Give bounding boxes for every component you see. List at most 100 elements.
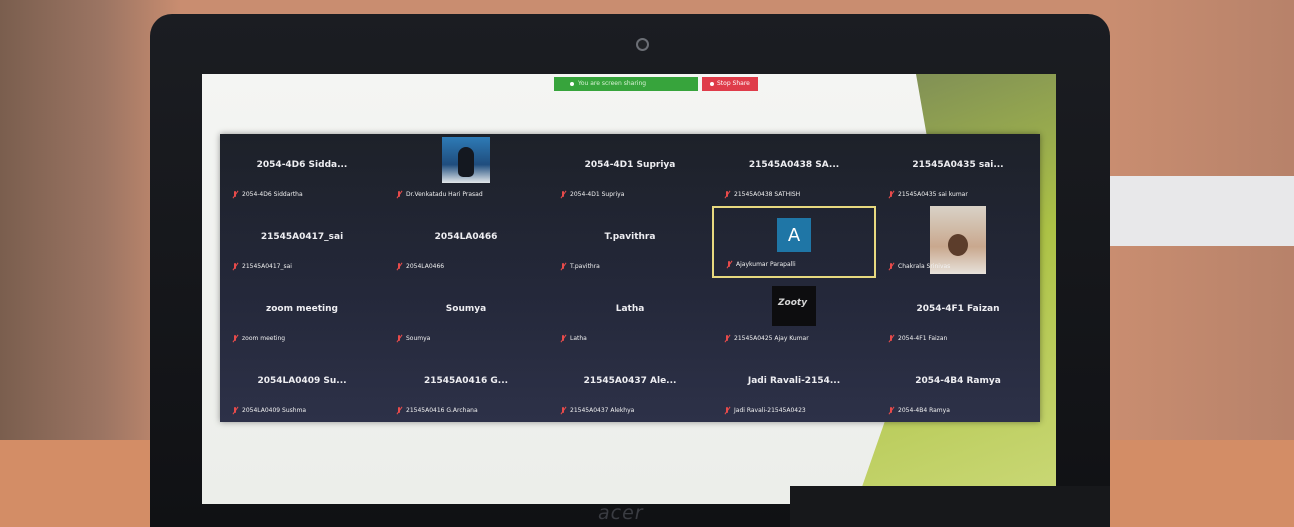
participant-caption: 2054LA0409 Sushma	[232, 407, 306, 414]
participant-caption: 2054LA0466	[396, 263, 444, 270]
participant-display-name: 21545A0437 Ale...	[583, 376, 677, 386]
laptop-bezel: You are screen sharing Stop Share 2054-4…	[150, 14, 1110, 527]
participant-display-name: 2054LA0466	[434, 232, 498, 242]
muted-mic-icon	[560, 263, 566, 270]
participant-tile[interactable]: Zooty 21545A0425 Ajay Kumar	[712, 278, 876, 350]
participant-caption: 2054-4D6 Siddartha	[232, 191, 303, 198]
participant-caption-label: Chakrala Srinivas	[898, 263, 951, 270]
participant-tile[interactable]: Soumya Soumya	[384, 278, 548, 350]
muted-mic-icon	[560, 335, 566, 342]
stop-share-button[interactable]: Stop Share	[702, 77, 758, 91]
participant-tile[interactable]: 21545A0437 Ale... 21545A0437 Alekhya	[548, 350, 712, 422]
laptop-hinge	[790, 486, 1110, 527]
participant-display-name: Jadi Ravali-2154...	[747, 376, 841, 386]
participant-caption: Ajaykumar Parapalli	[726, 261, 796, 268]
participant-caption-label: 21545A0416 G.Archana	[406, 407, 478, 414]
laptop-screen: You are screen sharing Stop Share 2054-4…	[202, 74, 1056, 504]
participant-tile[interactable]: 2054-4D6 Sidda... 2054-4D6 Siddartha	[220, 134, 384, 206]
participant-caption-label: T.pavithra	[570, 263, 600, 270]
participant-caption-label: 2054-4D6 Siddartha	[242, 191, 303, 198]
participant-caption: Soumya	[396, 335, 430, 342]
participant-caption: Dr.Venkatadu Hari Prasad	[396, 191, 483, 198]
participant-tile[interactable]: A Ajaykumar Parapalli	[712, 206, 876, 278]
participant-tile[interactable]: Jadi Ravali-2154... Jadi Ravali-21545A042…	[712, 350, 876, 422]
sharing-indicator-icon	[570, 82, 574, 86]
participant-caption: 2054-4B4 Ramya	[888, 407, 950, 414]
muted-mic-icon	[888, 191, 894, 198]
muted-mic-icon	[888, 335, 894, 342]
participant-caption: 21545A0416 G.Archana	[396, 407, 478, 414]
participant-display-name: 21545A0416 G...	[423, 376, 509, 386]
participant-caption-label: 21545A0417_sai	[242, 263, 292, 270]
participant-caption: 2054-4D1 Supriya	[560, 191, 624, 198]
muted-mic-icon	[888, 407, 894, 414]
participant-tile[interactable]: Dr.Venkatadu Hari Prasad	[384, 134, 548, 206]
participant-tile[interactable]: 21545A0417_sai 21545A0417_sai	[220, 206, 384, 278]
muted-mic-icon	[724, 335, 730, 342]
participant-tile[interactable]: 21545A0435 sai... 21545A0435 sai kumar	[876, 134, 1040, 206]
laptop-brand-logo: acer	[598, 502, 644, 524]
participant-tile[interactable]: 2054-4D1 Supriya 2054-4D1 Supriya	[548, 134, 712, 206]
muted-mic-icon	[560, 407, 566, 414]
participant-tile[interactable]: 21545A0416 G... 21545A0416 G.Archana	[384, 350, 548, 422]
muted-mic-icon	[396, 407, 402, 414]
participant-caption-label: Soumya	[406, 335, 431, 342]
muted-mic-icon	[724, 407, 730, 414]
participant-caption-label: 2054-4B4 Ramya	[898, 407, 950, 414]
participant-display-name: 21545A0435 sai...	[912, 160, 1004, 170]
participant-caption-label: 2054LA0466	[406, 263, 445, 270]
muted-mic-icon	[726, 261, 732, 268]
participant-display-name: 2054-4D6 Sidda...	[256, 160, 348, 170]
participant-caption: Latha	[560, 335, 587, 342]
penguin-image	[458, 147, 474, 177]
muted-mic-icon	[396, 191, 402, 198]
person-image	[948, 234, 968, 256]
participant-caption-label: 21545A0437 Alekhya	[570, 407, 635, 414]
participant-grid: 2054-4D6 Sidda... 2054-4D6 Siddartha Dr.Ve…	[220, 134, 1040, 422]
participant-tile[interactable]: T.pavithra T.pavithra	[548, 206, 712, 278]
participant-caption: 21545A0417_sai	[232, 263, 292, 270]
muted-mic-icon	[396, 263, 402, 270]
participant-logo: Zooty	[778, 298, 808, 308]
participant-caption: 21545A0435 sai kumar	[888, 191, 968, 198]
participant-caption-label: zoom meeting	[242, 335, 286, 342]
participant-caption: 21545A0438 SATHISH	[724, 191, 800, 198]
participant-caption: 21545A0425 Ajay Kumar	[724, 335, 809, 342]
participant-caption: T.pavithra	[560, 263, 600, 270]
participant-caption-label: Jadi Ravali-21545A0423	[734, 407, 806, 414]
screen-share-status-text: You are screen sharing	[578, 80, 647, 87]
participant-tile[interactable]: 21545A0438 SA... 21545A0438 SATHISH	[712, 134, 876, 206]
muted-mic-icon	[232, 335, 238, 342]
participant-display-name: 2054-4D1 Supriya	[584, 160, 676, 170]
participant-caption-label: Latha	[570, 335, 587, 342]
participant-caption-label: 2054LA0409 Sushma	[242, 407, 307, 414]
zoom-gallery-view: 2054-4D6 Sidda... 2054-4D6 Siddartha Dr.Ve…	[220, 134, 1040, 422]
stop-share-label: Stop Share	[717, 80, 750, 87]
participant-caption-label: 2054-4D1 Supriya	[570, 191, 625, 198]
stop-icon	[710, 82, 714, 86]
participant-caption: 21545A0437 Alekhya	[560, 407, 634, 414]
participant-tile[interactable]: 2054-4F1 Faizan 2054-4F1 Faizan	[876, 278, 1040, 350]
participant-tile[interactable]: 2054LA0466 2054LA0466	[384, 206, 548, 278]
muted-mic-icon	[888, 263, 894, 270]
webcam-icon	[636, 38, 649, 51]
participant-display-name: 2054LA0409 Su...	[257, 376, 347, 386]
participant-caption: Chakrala Srinivas	[888, 263, 950, 270]
screen-share-status[interactable]: You are screen sharing	[554, 77, 698, 91]
participant-caption-label: 2054-4F1 Faizan	[898, 335, 948, 342]
participant-tile[interactable]: Chakrala Srinivas	[876, 206, 1040, 278]
participant-display-name: 2054-4F1 Faizan	[916, 304, 1000, 314]
participant-caption-label: Ajaykumar Parapalli	[736, 261, 796, 268]
participant-avatar: A	[777, 218, 811, 252]
participant-tile[interactable]: Latha Latha	[548, 278, 712, 350]
participant-tile[interactable]: 2054-4B4 Ramya 2054-4B4 Ramya	[876, 350, 1040, 422]
participant-tile[interactable]: 2054LA0409 Su... 2054LA0409 Sushma	[220, 350, 384, 422]
muted-mic-icon	[396, 335, 402, 342]
participant-tile[interactable]: zoom meeting zoom meeting	[220, 278, 384, 350]
participant-display-name: 21545A0438 SA...	[748, 160, 840, 170]
muted-mic-icon	[232, 263, 238, 270]
muted-mic-icon	[232, 407, 238, 414]
participant-display-name: 21545A0417_sai	[260, 232, 344, 242]
participant-video	[442, 137, 490, 183]
participant-caption-label: 21545A0438 SATHISH	[734, 191, 801, 198]
